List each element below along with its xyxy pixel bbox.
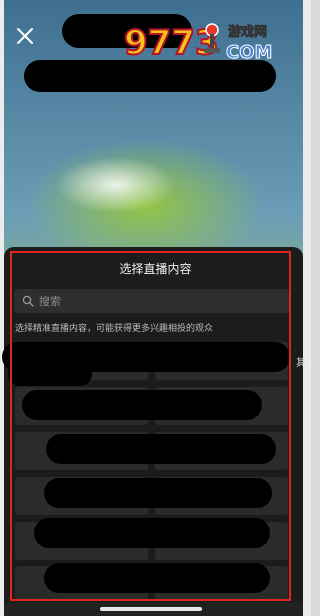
side-tab-label[interactable]: 其 — [296, 354, 306, 369]
redacted-row — [44, 563, 270, 593]
logo-site-cn: 游戏网 — [228, 24, 267, 40]
site-logo: 9773 游戏网 COM — [123, 22, 273, 64]
search-icon — [22, 295, 34, 307]
redacted-row — [8, 362, 92, 386]
close-button[interactable] — [14, 26, 36, 48]
search-bar[interactable] — [14, 289, 290, 313]
close-icon — [17, 28, 33, 44]
logo-number: 9773 — [124, 23, 219, 63]
search-input[interactable] — [39, 294, 290, 308]
frame-edge-right — [303, 0, 311, 616]
redacted-row — [34, 518, 270, 548]
sheet-hint: 选择精准直播内容，可能获得更多兴趣相投的观众 — [15, 324, 214, 334]
redacted-row — [22, 390, 262, 420]
redacted-subtitle — [24, 60, 276, 92]
redacted-row — [46, 434, 276, 464]
redacted-row — [44, 478, 272, 508]
logo-site-en: COM — [226, 42, 272, 63]
phone-screen: 9773 游戏网 COM 选择直播内容 选择精准直播内容，可能获得更多兴趣相投的… — [0, 0, 311, 616]
sheet-title: 选择直播内容 — [119, 262, 192, 276]
home-indicator[interactable] — [100, 607, 202, 611]
